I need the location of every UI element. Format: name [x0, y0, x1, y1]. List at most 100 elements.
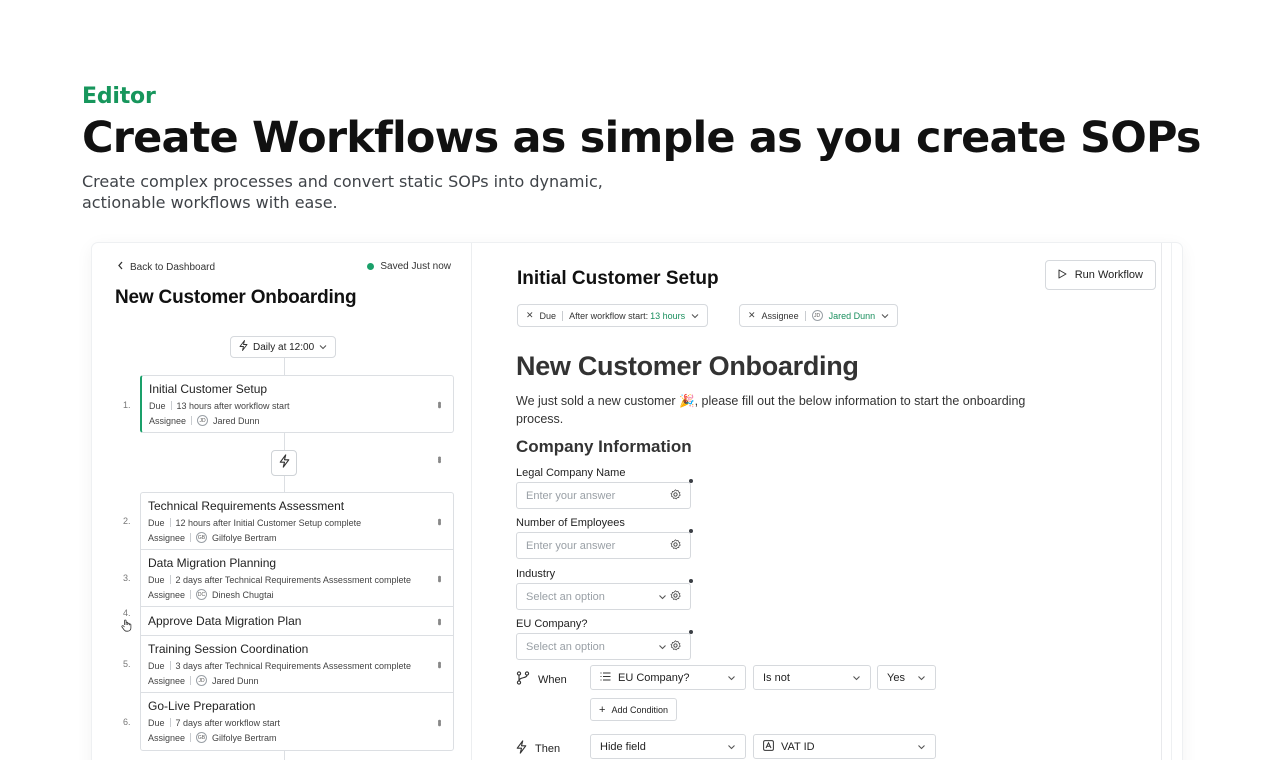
bolt-icon	[279, 453, 290, 473]
more-options-icon[interactable]: •••	[433, 661, 445, 667]
workflow-title: New Customer Onboarding	[115, 287, 357, 308]
headline: Create Workflows as simple as you create…	[82, 113, 1202, 163]
list-icon	[600, 671, 611, 684]
run-workflow-button[interactable]: Run Workflow	[1044, 260, 1156, 290]
step-number: 2.	[123, 516, 131, 526]
settings-icon[interactable]	[670, 488, 681, 503]
step-due-row: Due 2 days after Technical Requirements A…	[148, 574, 411, 585]
more-options-icon[interactable]: •••	[433, 618, 445, 624]
connector-line	[284, 358, 285, 375]
field-label: Number of Employees	[516, 517, 625, 529]
more-options-icon[interactable]: •••	[433, 719, 445, 725]
condition-operator-select[interactable]: Is not	[753, 665, 871, 690]
step-card-6[interactable]: Go-Live Preparation Due 7 days after work…	[140, 692, 454, 751]
chevron-down-icon	[691, 311, 699, 321]
legal-company-name-input[interactable]: Enter your answer	[516, 482, 691, 509]
document-title: New Customer Onboarding	[516, 351, 859, 381]
step-assignee-row: Assignee GB Gilfolye Bertram	[148, 532, 277, 543]
avatar: JD	[811, 310, 823, 321]
step-title: Approve Data Migration Plan	[148, 614, 302, 628]
step-card-3[interactable]: Data Migration Planning Due 2 days after …	[140, 549, 454, 607]
chevron-down-icon	[727, 672, 736, 684]
play-icon	[1058, 269, 1067, 282]
assignee-chip[interactable]: ✕ Assignee JD Jared Dunn	[739, 304, 899, 327]
connector-line	[284, 476, 285, 492]
add-condition-button[interactable]: + Add Condition	[590, 698, 677, 721]
chevron-down-icon	[917, 672, 926, 684]
action-select[interactable]: Hide field	[590, 734, 746, 759]
more-options-icon[interactable]: •••	[433, 518, 445, 524]
step-title: Initial Customer Setup	[149, 382, 268, 396]
avatar: JD	[196, 675, 208, 686]
branch-icon	[516, 671, 530, 688]
step-assignee-row: Assignee JD Jared Dunn	[149, 415, 260, 426]
more-options-icon[interactable]: •••	[433, 456, 445, 462]
step-title: Go-Live Preparation	[148, 699, 256, 713]
field-label: EU Company?	[516, 618, 588, 630]
chevron-left-icon	[117, 261, 124, 273]
settings-icon[interactable]	[670, 639, 681, 654]
more-options-icon[interactable]: •••	[433, 401, 445, 407]
saved-label: Saved Just now	[380, 261, 451, 272]
avatar: GB	[196, 532, 208, 543]
required-dot	[689, 579, 693, 583]
chevron-down-icon	[852, 672, 861, 684]
step-card-5[interactable]: Training Session Coordination Due 3 days …	[140, 635, 454, 693]
chevron-down-icon	[319, 342, 327, 353]
step-due-row: Due 3 days after Technical Requirements A…	[148, 660, 411, 671]
step-due-row: Due 13 hours after workflow start	[149, 400, 290, 411]
bolt-icon	[516, 740, 527, 757]
step-due-row: Due 12 hours after Initial Customer Setup…	[148, 517, 362, 528]
number-of-employees-input[interactable]: Enter your answer	[516, 532, 691, 559]
step-card-4[interactable]: Approve Data Migration Plan •••	[140, 606, 454, 636]
industry-select[interactable]: Select an option	[516, 583, 691, 610]
condition-value-select[interactable]: Yes	[877, 665, 936, 690]
condition-field-select[interactable]: EU Company?	[590, 665, 746, 690]
workflow-panel: Back to Dashboard Saved Just now New Cus…	[92, 243, 472, 760]
scrollbar[interactable]	[1161, 243, 1162, 760]
avatar: JD	[197, 415, 209, 426]
subtitle: Create complex processes and convert sta…	[82, 172, 603, 212]
eu-company-select[interactable]: Select an option	[516, 633, 691, 660]
then-label: Then	[516, 740, 560, 757]
saved-dot-icon	[367, 263, 375, 270]
avatar: DC	[196, 589, 208, 600]
add-action-button[interactable]	[271, 450, 297, 476]
action-target-select[interactable]: VAT ID	[753, 734, 936, 759]
eyebrow: Editor	[82, 84, 156, 109]
close-icon[interactable]: ✕	[526, 310, 534, 321]
app-window: Back to Dashboard Saved Just now New Cus…	[92, 243, 1182, 760]
back-to-dashboard-link[interactable]: Back to Dashboard	[117, 261, 215, 273]
when-label: When	[516, 671, 567, 688]
step-title: Technical Requirements Assessment	[148, 499, 345, 513]
settings-icon[interactable]	[670, 538, 681, 553]
more-options-icon[interactable]: •••	[433, 575, 445, 581]
step-assignee-row: Assignee GB Gilfolye Bertram	[148, 732, 277, 743]
hero: Editor Create Workflows as simple as you…	[82, 84, 1202, 213]
step-number: 6.	[123, 717, 131, 727]
chevron-down-icon	[881, 311, 889, 321]
step-number: 3.	[123, 573, 131, 583]
connector-line	[284, 751, 285, 760]
step-card-1[interactable]: Initial Customer Setup Due 13 hours after…	[140, 375, 454, 433]
step-due-row: Due 7 days after workflow start	[148, 717, 281, 728]
step-title: Training Session Coordination	[148, 642, 309, 656]
step-title: Initial Customer Setup	[517, 268, 719, 289]
field-label: Legal Company Name	[516, 467, 626, 479]
document-intro: We just sold a new customer 🎉, please fi…	[516, 394, 1026, 426]
close-icon[interactable]: ✕	[748, 310, 756, 321]
step-number: 4.	[123, 608, 131, 618]
chevron-down-icon	[917, 741, 926, 753]
back-label: Back to Dashboard	[130, 261, 216, 273]
avatar: GB	[196, 732, 208, 743]
trigger-label: Daily at 12:00	[253, 341, 315, 353]
text-field-icon	[763, 739, 774, 754]
trigger-dropdown[interactable]: Daily at 12:00	[230, 336, 337, 358]
step-editor-panel: Initial Customer Setup Run Workflow ✕ Du…	[473, 243, 1182, 760]
chevron-down-icon	[658, 641, 667, 653]
step-card-2[interactable]: Technical Requirements Assessment Due 12 …	[140, 492, 454, 550]
step-number: 5.	[123, 659, 131, 669]
settings-icon[interactable]	[670, 589, 681, 604]
due-chip[interactable]: ✕ Due After workflow start: 13 hours	[517, 304, 709, 327]
hand-pointer-icon	[121, 619, 132, 637]
